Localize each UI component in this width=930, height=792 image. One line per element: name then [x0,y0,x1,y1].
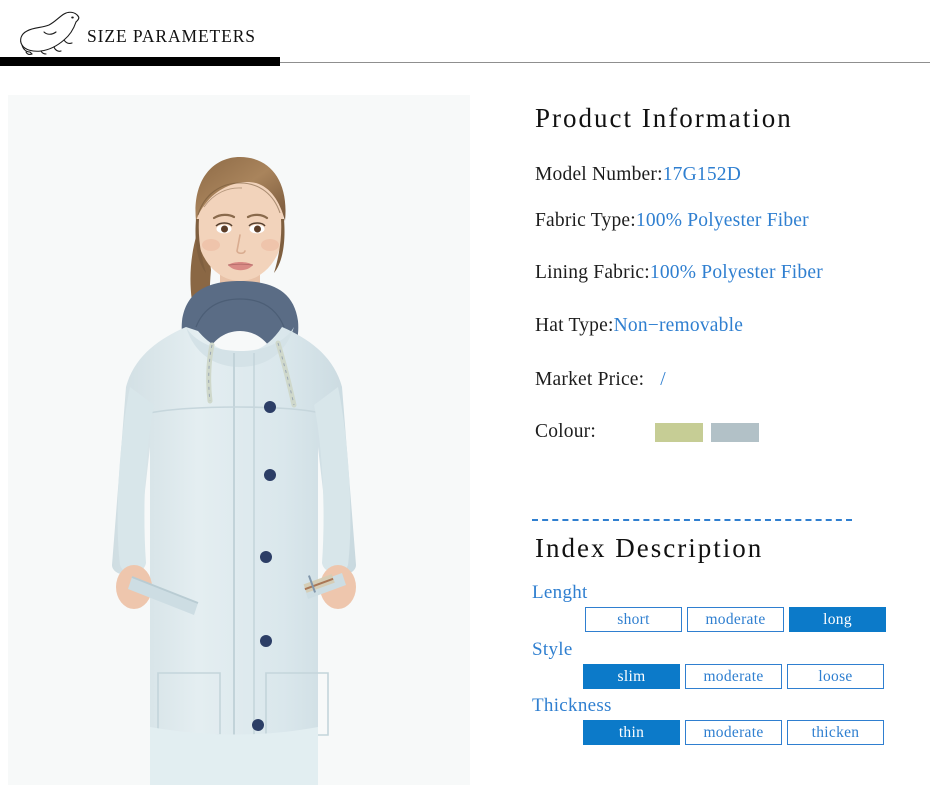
seal-line-art-logo-icon [14,6,86,58]
option-thickness-thin[interactable]: thin [583,720,680,745]
colour-swatch-blue-gray[interactable] [711,423,759,442]
spec-row-hat-type: Hat Type:Non−removable [535,316,743,336]
index-group-style: Style slim moderate loose [532,640,884,689]
spec-row-fabric-type: Fabric Type:100% Polyester Fiber [535,211,809,231]
spec-value-fabric-type: 100% Polyester Fiber [635,210,809,231]
page-header: SIZE PARAMETERS [0,0,930,68]
index-options-style: slim moderate loose [583,664,884,689]
spec-row-market-price: Market Price: / [535,370,666,390]
spec-label-market-price: Market Price: [535,369,645,390]
option-style-loose[interactable]: loose [787,664,884,689]
option-style-moderate[interactable]: moderate [685,664,782,689]
option-lenght-moderate[interactable]: moderate [687,607,784,632]
product-image [8,95,470,785]
option-thickness-thicken[interactable]: thicken [787,720,884,745]
index-group-thickness: Thickness thin moderate thicken [532,696,884,745]
index-description-heading: Index Description [535,533,764,563]
spec-label-hat-type: Hat Type: [535,315,614,336]
spec-value-model-number: 17G152D [662,164,742,185]
product-info-panel: Product Information Model Number:17G152D… [520,95,920,785]
spec-label-colour: Colour: [535,421,596,442]
spec-row-colour: Colour: [535,422,596,442]
option-lenght-long[interactable]: long [789,607,886,632]
product-information-heading: Product Information [535,103,793,133]
spec-value-hat-type: Non−removable [613,315,744,336]
index-group-lenght: Lenght short moderate long [532,583,886,632]
index-label-lenght: Lenght [532,582,588,603]
spec-label-fabric-type: Fabric Type: [535,210,636,231]
option-thickness-moderate[interactable]: moderate [685,720,782,745]
index-options-lenght: short moderate long [585,607,886,632]
page-title: SIZE PARAMETERS [87,26,256,46]
spec-label-lining-fabric: Lining Fabric: [535,262,650,283]
spec-row-model-number: Model Number:17G152D [535,165,741,185]
header-accent-bar [0,57,280,66]
spec-label-model-number: Model Number: [535,164,663,185]
option-style-slim[interactable]: slim [583,664,680,689]
option-lenght-short[interactable]: short [585,607,682,632]
index-options-thickness: thin moderate thicken [583,720,884,745]
colour-swatch-group [655,423,759,442]
index-label-style: Style [532,639,573,660]
index-label-thickness: Thickness [532,695,612,716]
colour-swatch-sage-olive[interactable] [655,423,703,442]
spec-row-lining-fabric: Lining Fabric:100% Polyester Fiber [535,263,823,283]
section-divider-dashed [532,519,852,521]
spec-value-market-price: / [660,369,666,390]
spec-value-lining-fabric: 100% Polyester Fiber [649,262,823,283]
